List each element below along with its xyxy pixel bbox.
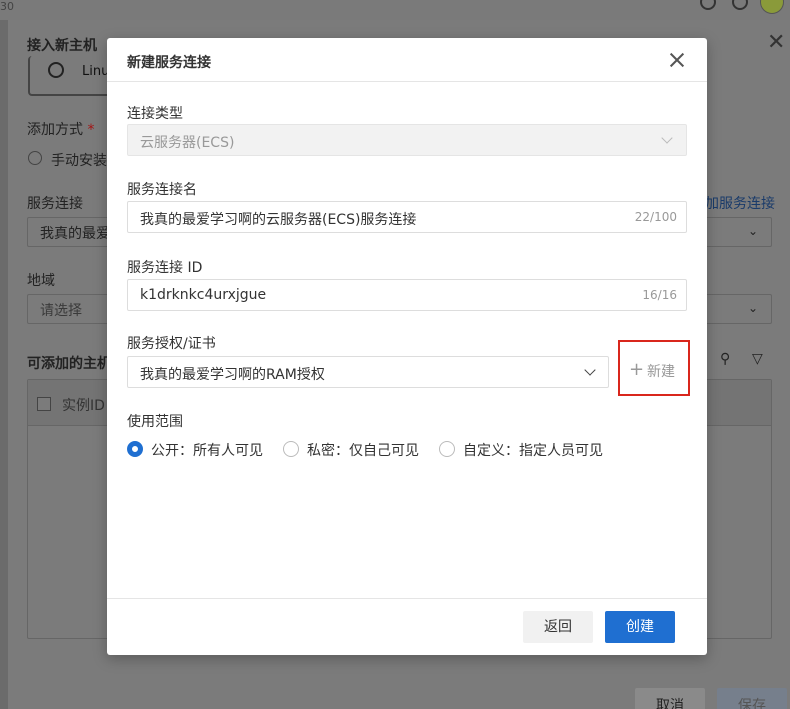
linux-option-label: Linu <box>82 64 110 79</box>
search-icon[interactable] <box>700 0 716 10</box>
authorization-select[interactable]: 我真的最爱学习啊的RAM授权 <box>127 356 609 388</box>
connection-name-input[interactable]: 我真的最爱学习啊的云服务器(ECS)服务连接 22/100 <box>127 201 687 233</box>
new-service-connection-dialog: 新建服务连接 连接类型 云服务器(ECS) 服务连接名 我真的最爱学习啊的云服务… <box>107 38 707 655</box>
scope-private-label: 私密：仅自己可见 <box>307 443 419 459</box>
search-icon[interactable]: ⚲ <box>720 351 730 367</box>
connection-name-value: 我真的最爱学习啊的云服务器(ECS)服务连接 <box>140 212 417 228</box>
linux-icon <box>48 62 64 78</box>
cancel-button[interactable]: 取消 <box>635 688 705 709</box>
connection-id-input[interactable]: k1drknkc4urxjgue 16/16 <box>127 279 687 311</box>
scope-public-label: 公开：所有人可见 <box>151 443 263 459</box>
connection-type-label: 连接类型 <box>127 106 183 122</box>
connection-id-label: 服务连接 ID <box>127 260 203 276</box>
dialog-footer: 返回 创建 <box>107 598 707 655</box>
connection-type-select[interactable]: 云服务器(ECS) <box>127 124 687 156</box>
chevron-down-icon: ⌄ <box>748 224 759 238</box>
background-top-bar: 30 <box>0 0 790 20</box>
select-all-checkbox[interactable] <box>37 397 51 411</box>
connection-id-value: k1drknkc4urxjgue <box>140 287 267 303</box>
background-top-fragment: 30 <box>0 0 14 13</box>
chevron-down-icon <box>584 364 596 376</box>
manual-install-radio[interactable] <box>28 151 42 165</box>
save-button[interactable]: 保存 <box>717 688 787 709</box>
new-authorization-button[interactable]: + 新建 <box>618 340 690 396</box>
filter-icon[interactable]: ▽ <box>752 351 763 367</box>
region-label: 地域 <box>27 273 55 289</box>
linux-option-card[interactable]: Linu <box>28 56 118 96</box>
help-icon[interactable] <box>732 0 748 10</box>
chevron-down-icon <box>661 132 673 144</box>
add-method-label-text: 添加方式 <box>27 122 83 138</box>
authorization-label: 服务授权/证书 <box>127 336 216 352</box>
service-connection-label: 服务连接 <box>27 196 83 212</box>
instance-id-header: 实例ID <box>62 398 105 414</box>
add-method-label: 添加方式 * <box>27 119 94 139</box>
service-connection-value: 我真的最爱 <box>40 226 110 242</box>
connection-type-value: 云服务器(ECS) <box>140 135 235 151</box>
dialog-header: 新建服务连接 <box>107 38 707 82</box>
scope-custom-label: 自定义：指定人员可见 <box>463 443 603 459</box>
scope-label: 使用范围 <box>127 414 183 430</box>
radio-unchecked-icon <box>439 441 455 457</box>
scope-radio-group: 公开：所有人可见 私密：仅自己可见 自定义：指定人员可见 <box>127 440 687 460</box>
radio-unchecked-icon <box>283 441 299 457</box>
required-mark: * <box>87 122 95 138</box>
connection-name-count: 22/100 <box>634 210 677 224</box>
plus-icon: + <box>629 359 645 380</box>
authorization-value: 我真的最爱学习啊的RAM授权 <box>140 367 325 383</box>
close-icon[interactable] <box>667 50 687 70</box>
drawer-close-icon[interactable]: ✕ <box>767 30 785 55</box>
avatar[interactable] <box>760 0 784 14</box>
back-button[interactable]: 返回 <box>523 611 593 643</box>
new-authorization-label: 新建 <box>647 364 675 380</box>
connection-id-count: 16/16 <box>642 288 677 302</box>
region-placeholder: 请选择 <box>40 303 82 319</box>
radio-checked-icon <box>127 441 143 457</box>
drawer-title: 接入新主机 <box>27 38 97 54</box>
manual-install-label: 手动安装 <box>51 153 107 169</box>
chevron-down-icon: ⌄ <box>748 301 759 315</box>
dialog-title: 新建服务连接 <box>127 55 211 71</box>
add-service-connection-link[interactable]: 加服务连接 <box>705 193 775 213</box>
create-button[interactable]: 创建 <box>605 611 675 643</box>
connection-name-label: 服务连接名 <box>127 182 197 198</box>
addable-hosts-label: 可添加的主机 <box>27 356 111 372</box>
